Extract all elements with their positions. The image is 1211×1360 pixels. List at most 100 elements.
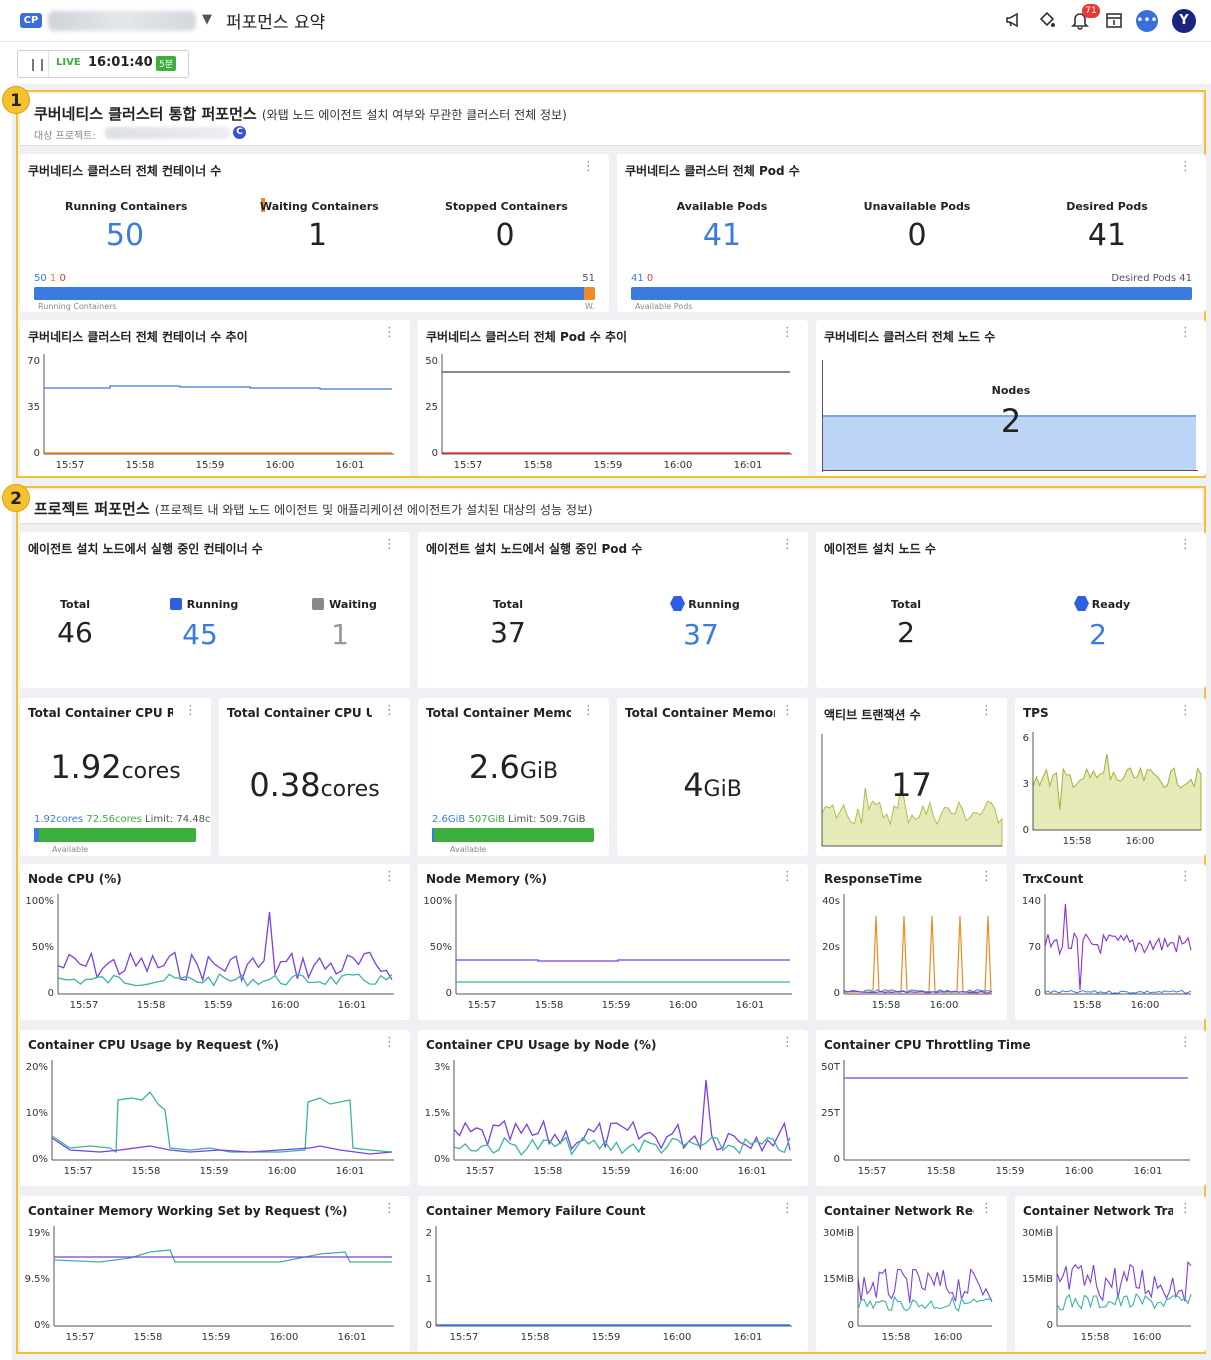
y-tick-label: 0 xyxy=(834,988,840,999)
megaphone-icon[interactable] xyxy=(1003,10,1025,32)
value-unit: GiB xyxy=(519,759,559,784)
bar-label: Available xyxy=(450,845,487,854)
ready-hexagon-icon xyxy=(1074,596,1089,611)
section-number-badge: 1 xyxy=(2,86,30,114)
stopped-containers-value: 0 xyxy=(495,218,515,253)
running-series-line xyxy=(44,385,392,390)
chat-icon[interactable]: ••• xyxy=(1136,10,1158,32)
more-menu-icon[interactable]: ⋮ xyxy=(781,870,794,884)
project-name-selector[interactable] xyxy=(48,11,196,31)
panel-title: 에이전트 설치 노드에서 실행 중인 컨테이너 수 xyxy=(28,542,263,556)
memory-working-set-series-1 xyxy=(53,1249,392,1263)
y-tick-label: 1.5% xyxy=(425,1108,450,1119)
more-menu-icon[interactable]: ⋮ xyxy=(781,1202,794,1216)
value-number: 0.38 xyxy=(249,766,321,804)
y-tick-label: 20% xyxy=(26,1062,48,1073)
pause-icon[interactable]: ❙❙ xyxy=(28,57,47,71)
more-menu-icon[interactable]: ⋮ xyxy=(383,1036,396,1050)
panel-cpu-usage: Total Container CPU Usa ⋮ 0.38cores xyxy=(219,698,410,856)
paint-bucket-icon[interactable] xyxy=(1036,10,1058,32)
more-menu-icon[interactable]: ⋮ xyxy=(383,538,396,552)
bar-value-stopped: 0 xyxy=(59,273,66,284)
time-range-button[interactable]: 5분 xyxy=(156,56,177,71)
x-tick-label: 15:58 xyxy=(1081,1332,1110,1343)
y-tick-label: 1 xyxy=(426,1274,432,1285)
panel-cpu-request: Total Container CPU Rec ⋮ 1.92cores 1.92… xyxy=(20,698,211,856)
more-menu-icon[interactable]: ⋮ xyxy=(781,704,794,718)
more-menu-icon[interactable]: ⋮ xyxy=(383,704,396,718)
more-menu-icon[interactable]: ⋮ xyxy=(980,704,993,718)
stat-label: Waiting xyxy=(329,598,377,611)
y-tick-label: 0 xyxy=(34,448,40,459)
x-tick-label: 15:57 xyxy=(70,1000,99,1011)
panel-trx-count: TrxCount ⋮ 140 70 0 15:58 16:00 xyxy=(1015,864,1206,1020)
more-menu-icon[interactable]: ⋮ xyxy=(1179,1036,1192,1050)
more-menu-icon[interactable]: ⋮ xyxy=(582,704,595,718)
value-number: 2.6 xyxy=(468,748,520,786)
more-menu-icon[interactable]: ⋮ xyxy=(1179,1202,1192,1216)
target-project-name xyxy=(105,127,230,139)
chevron-down-icon[interactable]: ▼ xyxy=(202,12,212,27)
y-tick-label: 100% xyxy=(25,896,54,907)
more-menu-icon[interactable]: ⋮ xyxy=(383,870,396,884)
bar-value-running: 50 xyxy=(34,273,47,284)
more-menu-icon[interactable]: ⋮ xyxy=(781,326,794,340)
more-menu-icon[interactable]: ⋮ xyxy=(383,326,396,340)
more-menu-icon[interactable]: ⋮ xyxy=(1179,870,1192,884)
x-tick-label: 16:01 xyxy=(336,1166,365,1177)
panel-title: ResponseTime xyxy=(824,872,923,886)
trx-count-series-1 xyxy=(1044,903,1192,991)
value-number: 4 xyxy=(683,766,704,804)
bar-label: Available xyxy=(52,845,89,854)
more-menu-icon[interactable]: ⋮ xyxy=(184,704,197,718)
x-tick-label: 15:58 xyxy=(132,1166,161,1177)
x-tick-label: 15:58 xyxy=(1063,836,1092,847)
more-menu-icon[interactable]: ⋮ xyxy=(980,870,993,884)
panel-title: Node CPU (%) xyxy=(28,872,122,886)
avatar[interactable]: Y xyxy=(1172,9,1196,33)
y-tick-label: 9.5% xyxy=(25,1274,50,1285)
waiting-containers-value: 1 xyxy=(331,618,349,651)
y-axis xyxy=(822,360,823,472)
more-menu-icon[interactable]: ⋮ xyxy=(980,1202,993,1216)
memory-working-set-chart: 19% 9.5% 0% 15:57 15:58 15:59 16:00 16:01 xyxy=(25,1226,394,1343)
section-title-text: 쿠버네티스 클러스터 통합 퍼포먼스 xyxy=(34,105,257,123)
active-tx-value: 17 xyxy=(891,766,932,804)
more-menu-icon[interactable]: ⋮ xyxy=(781,1036,794,1050)
calendar-icon[interactable] xyxy=(1103,10,1125,32)
more-menu-icon[interactable]: ⋮ xyxy=(1179,704,1192,718)
more-menu-icon[interactable]: ⋮ xyxy=(1179,538,1192,552)
running-containers-value: 50 xyxy=(105,218,145,253)
stat-label: Running xyxy=(688,598,740,611)
y-tick-label: 100% xyxy=(423,896,452,907)
section-title-text: 프로젝트 퍼포먼스 xyxy=(34,500,150,518)
more-menu-icon[interactable]: ⋮ xyxy=(1179,326,1192,340)
page-title: 퍼포먼스 요약 xyxy=(226,13,326,33)
x-tick-label: 15:59 xyxy=(202,1332,231,1343)
x-tick-label: 15:57 xyxy=(468,1000,497,1011)
x-tick-label: 16:00 xyxy=(271,1000,300,1011)
x-tick-label: 16:00 xyxy=(1131,1000,1160,1011)
more-menu-icon[interactable]: ⋮ xyxy=(781,538,794,552)
y-tick-label: 0 xyxy=(1023,825,1029,836)
more-menu-icon[interactable]: ⋮ xyxy=(383,1202,396,1216)
stat-label: Total xyxy=(890,598,922,611)
bar-value-limit: Limit: 509.7GiB xyxy=(508,814,586,825)
cpu-by-node-chart: 3% 1.5% 0% 15:57 15:58 15:59 16:00 16:01 xyxy=(425,1060,792,1177)
more-menu-icon[interactable]: ⋮ xyxy=(582,160,595,174)
panel-title: 쿠버네티스 클러스터 전체 컨테이너 수 추이 xyxy=(28,330,248,344)
value-unit: cores xyxy=(121,759,181,784)
network-transmit-series-2 xyxy=(1056,1292,1192,1311)
pod-progress-bar xyxy=(631,287,1192,300)
x-tick-label: 15:58 xyxy=(126,460,155,471)
section-header: 쿠버네티스 클러스터 통합 퍼포먼스 (와탭 노드 에이전트 설치 여부와 무관… xyxy=(20,94,1202,146)
y-tick-label: 0% xyxy=(34,1320,50,1331)
x-tick-label: 15:57 xyxy=(64,1166,93,1177)
panel-title: 쿠버네티스 클러스터 전체 노드 수 xyxy=(824,330,996,344)
x-tick-label: 15:58 xyxy=(882,1332,911,1343)
x-tick-label: 15:57 xyxy=(466,1166,495,1177)
more-menu-icon[interactable]: ⋮ xyxy=(1179,160,1192,174)
stat-label: Running Containers xyxy=(65,200,188,213)
y-tick-label: 19% xyxy=(28,1228,50,1239)
running-hexagon-icon xyxy=(670,596,685,611)
